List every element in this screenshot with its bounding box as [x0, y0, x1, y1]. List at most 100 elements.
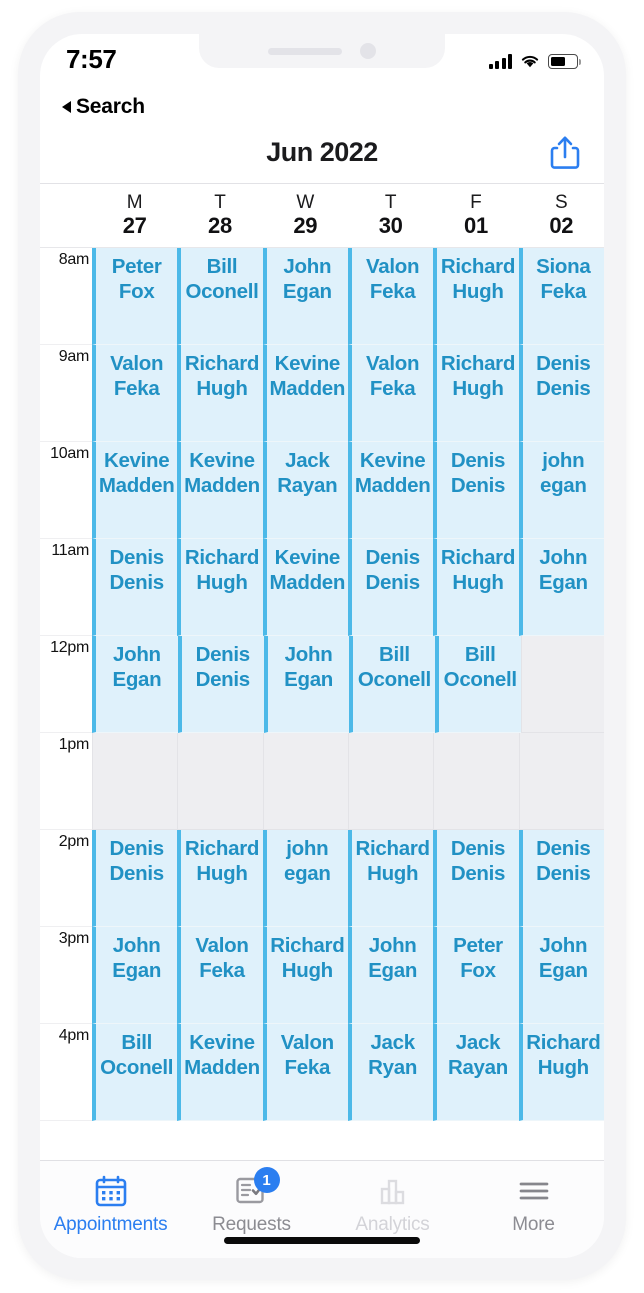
appointment-cell[interactable]: Kevine Madden: [177, 1024, 263, 1121]
signal-bars-icon: [488, 53, 512, 69]
battery-fill: [550, 56, 565, 66]
appointment-cell[interactable]: Denis Denis: [518, 345, 604, 442]
appointment-cell[interactable]: Kevine Madden: [92, 442, 178, 539]
appointment-last-name: Hugh: [196, 862, 248, 885]
appointment-cell[interactable]: Denis Denis: [177, 636, 264, 733]
appointment-cell[interactable]: John Egan: [518, 539, 604, 636]
status-indicators: [488, 44, 581, 69]
appointment-cell[interactable]: Richard Hugh: [518, 1024, 604, 1121]
appointment-cell[interactable]: Denis Denis: [518, 830, 604, 927]
appointment-cell[interactable]: Denis Denis: [433, 442, 519, 539]
appointment-cell[interactable]: Bill Oconell: [92, 1024, 178, 1121]
appointment-cell[interactable]: Richard Hugh: [433, 248, 519, 345]
day-header-row: M 27 T 28 W 29 T 30 F 01 S 02: [40, 184, 604, 248]
tab-analytics[interactable]: Analytics: [322, 1173, 463, 1236]
appointment-cell[interactable]: Siona Feka: [518, 248, 604, 345]
time-slot-row: 11am Denis Denis Richard Hugh Kevine Madden Den…: [40, 539, 604, 636]
time-gutter: 11am: [40, 539, 92, 636]
time-slot-row: 3pm John Egan Valon Feka Richard Hugh John Egan P…: [40, 927, 604, 1024]
appointment-cell[interactable]: John Egan: [263, 636, 350, 733]
appointment-last-name: Egan: [284, 668, 334, 691]
appointment-cell[interactable]: Richard Hugh: [347, 830, 434, 927]
appointment-first-name: Denis: [365, 546, 420, 569]
appointment-cell[interactable]: Valon Feka: [92, 345, 178, 442]
appointment-cell[interactable]: John Egan: [262, 248, 348, 345]
appointment-cell[interactable]: Richard Hugh: [177, 539, 263, 636]
appointment-cell[interactable]: Kevine Madden: [262, 345, 348, 442]
appointment-cell[interactable]: Jack Ryan: [347, 1024, 434, 1121]
share-icon: [550, 136, 580, 169]
appointment-cell[interactable]: Richard Hugh: [177, 830, 263, 927]
appointment-cell[interactable]: Valon Feka: [347, 345, 434, 442]
day-column-header[interactable]: T 28: [177, 184, 262, 247]
appointment-first-name: Denis: [450, 837, 506, 860]
appointment-last-name: Hugh: [452, 571, 504, 594]
appointment-cell[interactable]: Kevine Madden: [347, 442, 434, 539]
appointment-cell[interactable]: Bill Oconell: [177, 248, 263, 345]
tab-more[interactable]: More: [463, 1173, 604, 1236]
appointment-cell[interactable]: john egan: [262, 830, 348, 927]
day-column-header[interactable]: M 27: [92, 184, 177, 247]
appointment-cell[interactable]: Valon Feka: [262, 1024, 348, 1121]
appointment-cell[interactable]: Peter Fox: [433, 927, 519, 1024]
phone-frame: 7:57 Search Jun 2022 M 27 T 28 W 29 T 30…: [18, 12, 626, 1280]
appointment-last-name: Denis: [450, 862, 506, 885]
appointment-cell[interactable]: Richard Hugh: [433, 539, 519, 636]
appointment-last-name: Feka: [540, 280, 587, 303]
appointment-cell[interactable]: Kevine Madden: [177, 442, 263, 539]
appointment-cell[interactable]: Peter Fox: [92, 248, 178, 345]
appointment-first-name: Kevine: [103, 449, 170, 472]
appointment-cell[interactable]: Denis Denis: [433, 830, 519, 927]
appointment-first-name: Kevine: [189, 1031, 255, 1054]
appointment-cell[interactable]: Richard Hugh: [433, 345, 519, 442]
tab-appointments[interactable]: Appointments: [40, 1173, 181, 1236]
appointment-first-name: Richard: [440, 255, 516, 278]
appointment-last-name: Oconell: [357, 668, 431, 691]
day-number-label: 01: [464, 213, 488, 238]
appointment-cell[interactable]: Richard Hugh: [262, 927, 348, 1024]
appointment-cell[interactable]: John Egan: [92, 927, 178, 1024]
appointment-first-name: Peter: [453, 934, 503, 957]
page-title: Jun 2022: [266, 137, 378, 167]
appointment-last-name: Hugh: [367, 862, 419, 885]
day-column-header[interactable]: F 01: [433, 184, 518, 247]
appointment-cell[interactable]: Denis Denis: [347, 539, 434, 636]
appointment-first-name: Richard: [526, 1031, 601, 1054]
appointment-cell[interactable]: Denis Denis: [92, 830, 178, 927]
time-slot-row: 8am Peter Fox Bill Oconell John Egan Valon Feka R…: [40, 248, 604, 345]
appointment-last-name: Fox: [460, 959, 496, 982]
appointment-cell[interactable]: Bill Oconell: [349, 636, 436, 733]
appointment-cell[interactable]: Valon Feka: [347, 248, 434, 345]
nav-header: Jun 2022: [40, 122, 604, 184]
appointment-cell[interactable]: Bill Oconell: [435, 636, 522, 733]
appointment-first-name: john: [542, 449, 585, 472]
tab-requests[interactable]: 1 Requests: [181, 1167, 322, 1236]
appointment-cell[interactable]: john egan: [518, 442, 604, 539]
appointment-cell[interactable]: Valon Feka: [177, 927, 263, 1024]
appointment-cell[interactable]: Kevine Madden: [262, 539, 348, 636]
appointment-cell[interactable]: John Egan: [347, 927, 434, 1024]
back-to-search-button[interactable]: Search: [40, 92, 604, 122]
day-column-header[interactable]: T 30: [348, 184, 433, 247]
time-label: 1pm: [58, 736, 90, 753]
appointment-cell[interactable]: Jack Rayan: [262, 442, 348, 539]
share-button[interactable]: [548, 134, 582, 172]
day-of-week-label: W: [296, 192, 315, 213]
appointment-first-name: John: [112, 934, 161, 957]
day-column-header[interactable]: W 29: [263, 184, 348, 247]
appointment-last-name: Rayan: [277, 474, 338, 497]
appointment-cell[interactable]: John Egan: [518, 927, 604, 1024]
appointment-first-name: Jack: [455, 1031, 501, 1054]
time-label: 9am: [58, 348, 90, 365]
appointment-cell[interactable]: John Egan: [92, 636, 178, 733]
appointment-first-name: Kevine: [274, 546, 341, 569]
appointment-last-name: Hugh: [537, 1056, 589, 1079]
appointment-cell[interactable]: Richard Hugh: [177, 345, 263, 442]
appointment-cell[interactable]: Jack Rayan: [433, 1024, 519, 1121]
day-column-header[interactable]: S 02: [519, 184, 604, 247]
appointment-last-name: Denis: [195, 668, 251, 691]
day-number-label: 27: [122, 213, 147, 238]
appointment-last-name: Denis: [536, 862, 591, 885]
appointment-last-name: Madden: [354, 474, 431, 497]
appointment-cell[interactable]: Denis Denis: [92, 539, 178, 636]
